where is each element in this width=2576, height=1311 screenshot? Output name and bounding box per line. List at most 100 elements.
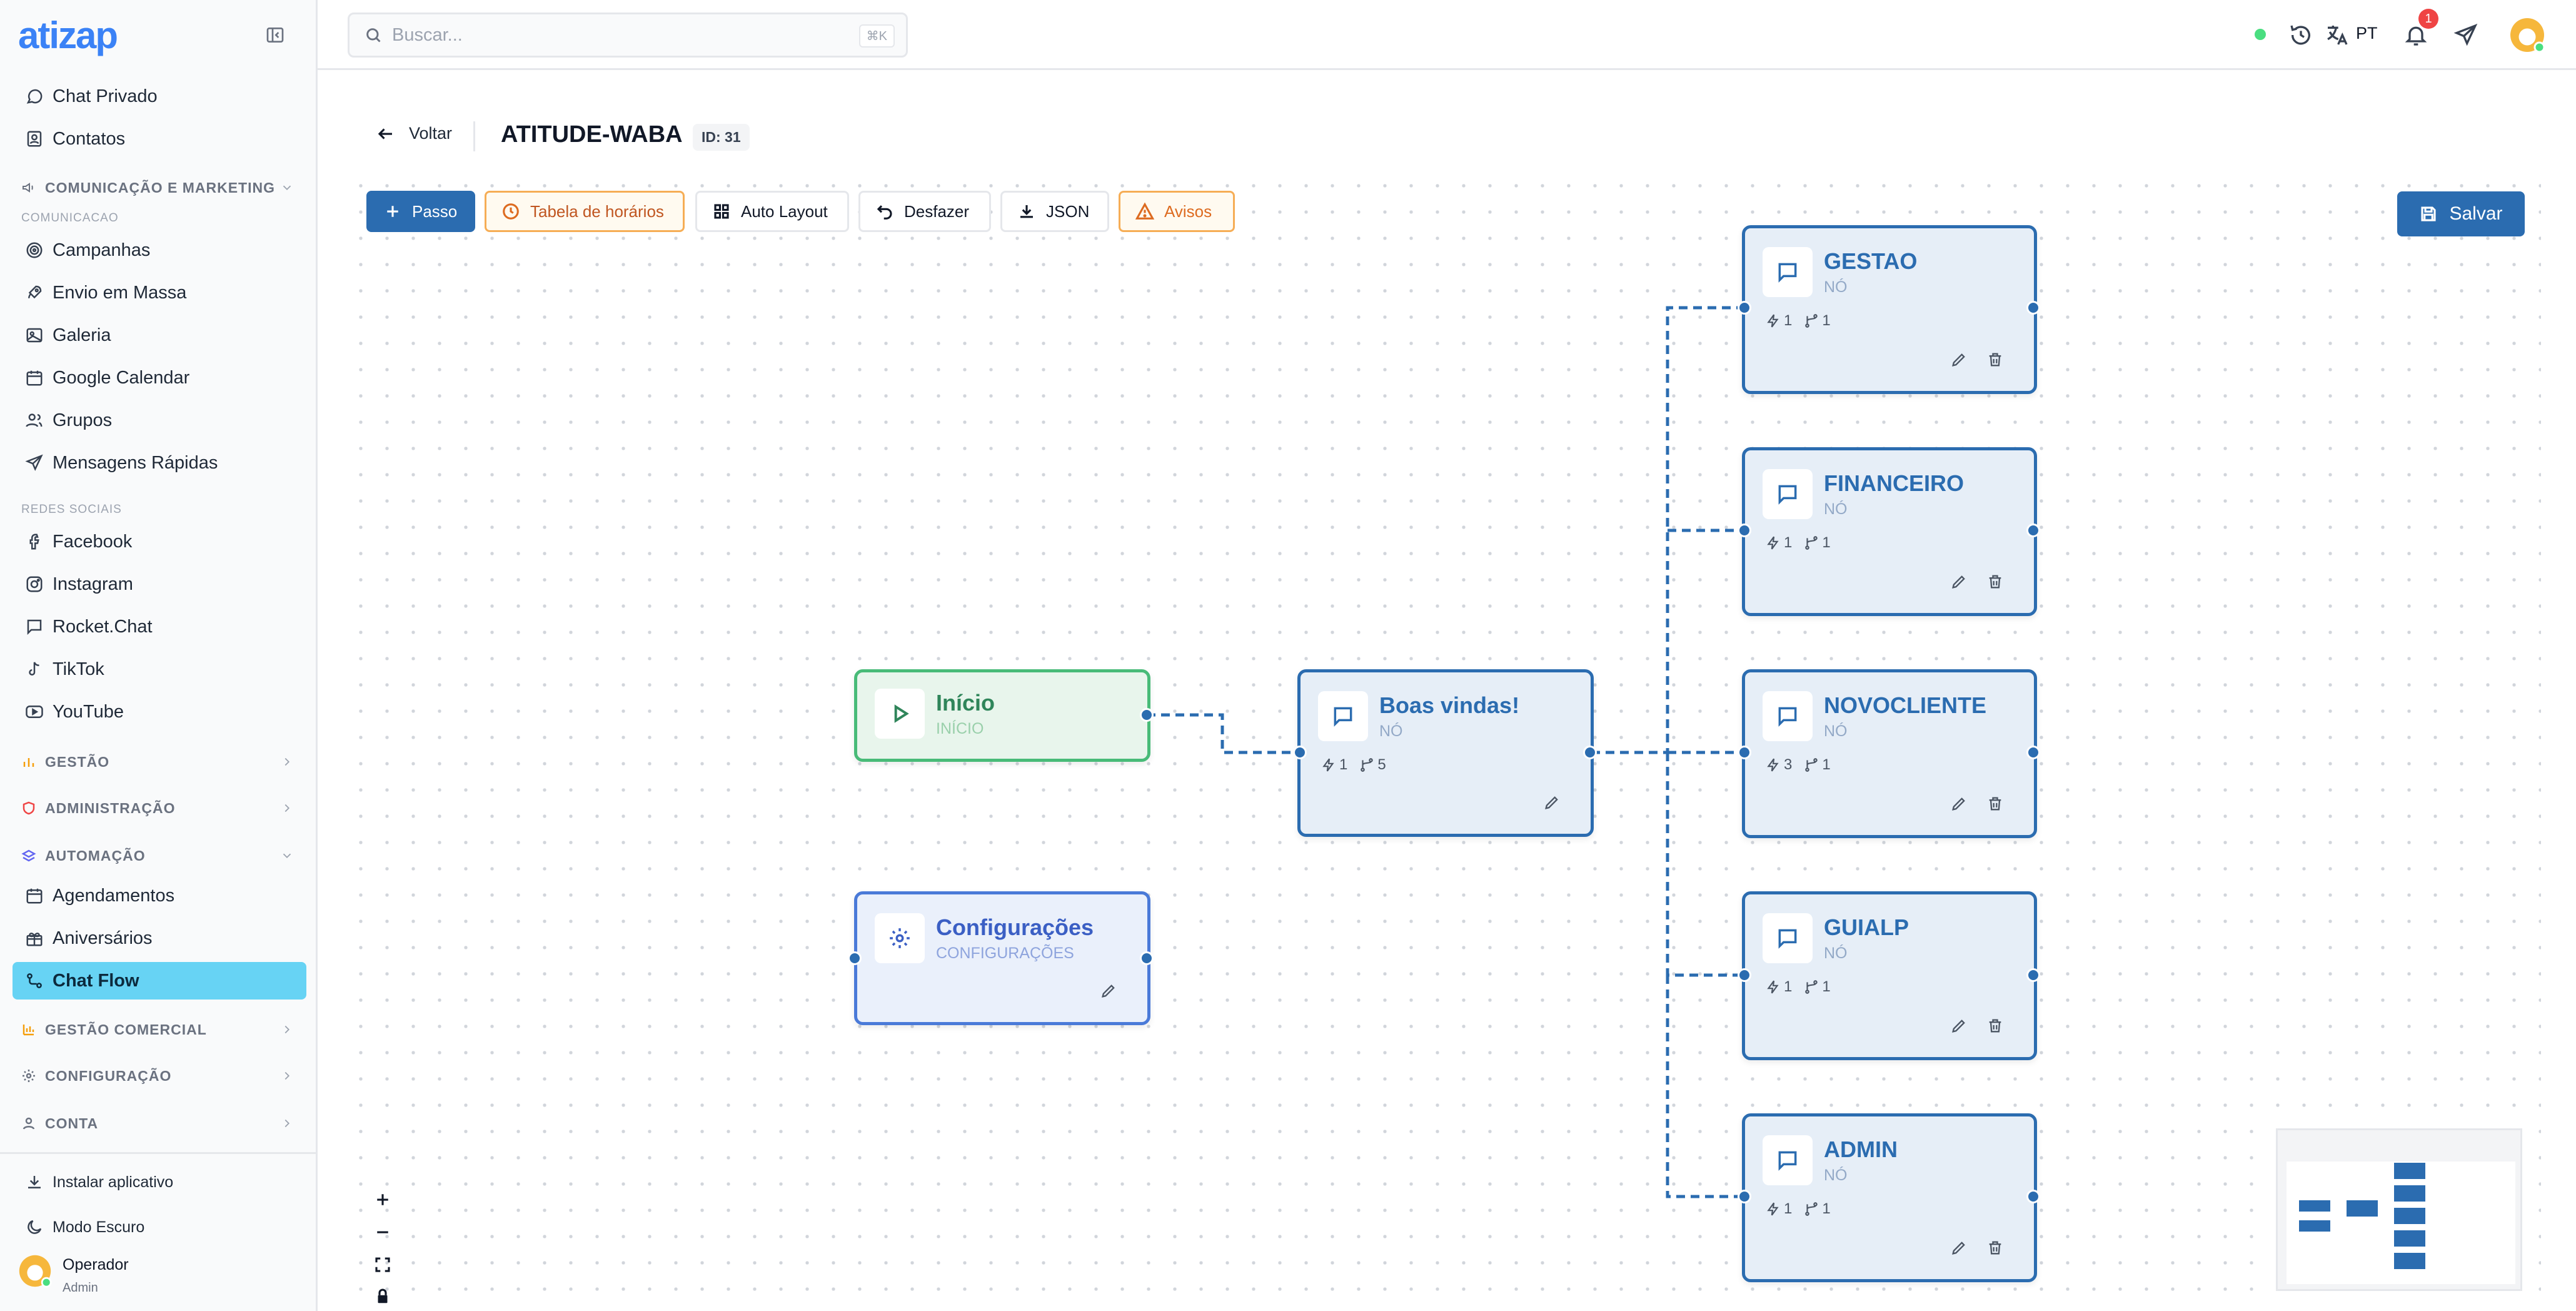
branch-count: 1: [1822, 978, 1831, 995]
node-boas-vindas[interactable]: Boas vindas! NÓ 1 5: [1297, 669, 1594, 837]
gear-icon: [890, 928, 910, 948]
trash-icon[interactable]: [1986, 1017, 2004, 1035]
trash-icon[interactable]: [1986, 795, 2004, 812]
node-gestao[interactable]: GESTAO NÓ 1 1: [1742, 225, 2037, 394]
branch-count: 1: [1822, 312, 1831, 329]
node-stats: 1 1: [1765, 1200, 1831, 1218]
minimap-node: [2394, 1208, 2425, 1224]
node-subtitle: INÍCIO: [936, 720, 984, 737]
node-subtitle: NÓ: [1824, 944, 1848, 962]
branch-icon: [1805, 536, 1818, 550]
pencil-icon[interactable]: [1950, 573, 1968, 590]
node-stats: 3 1: [1765, 756, 1831, 774]
minimap[interactable]: [2276, 1128, 2522, 1291]
node-title: FINANCEIRO: [1824, 470, 1964, 496]
node-novocliente[interactable]: NOVOCLIENTE NÓ 3 1: [1742, 669, 2037, 838]
output-handle[interactable]: [2026, 746, 2040, 759]
node-actions: [1950, 1239, 2004, 1257]
node-actions: [1950, 351, 2004, 368]
message-icon: [1778, 1151, 1797, 1171]
node-configuracoes[interactable]: Configurações CONFIGURAÇÕES: [854, 891, 1150, 1025]
node-subtitle: CONFIGURAÇÕES: [936, 944, 1074, 962]
message-icon: [1334, 707, 1352, 727]
node-icon-box: [1763, 913, 1813, 963]
lock-icon: [378, 1288, 388, 1303]
zap-icon: [1767, 536, 1779, 550]
output-handle[interactable]: [1583, 746, 1597, 759]
node-guialp[interactable]: GUIALP NÓ 1 1: [1742, 891, 2037, 1060]
output-handle[interactable]: [2026, 524, 2040, 537]
trigger-count: 1: [1784, 1200, 1793, 1217]
zoom-in-button[interactable]: [363, 1183, 403, 1216]
node-actions: [1100, 982, 1117, 1000]
zap-icon: [1322, 758, 1334, 772]
node-title: GESTAO: [1824, 248, 1918, 274]
fullscreen-icon: [375, 1257, 390, 1272]
minimap-node: [2394, 1230, 2425, 1247]
trash-icon[interactable]: [1986, 1239, 2004, 1257]
plus-icon: [377, 1194, 388, 1205]
node-financeiro[interactable]: FINANCEIRO NÓ 1 1: [1742, 447, 2037, 616]
branch-icon: [1805, 758, 1818, 772]
branch-icon: [1805, 1202, 1818, 1216]
node-stats: 1 1: [1765, 534, 1831, 552]
trigger-count: 1: [1784, 312, 1793, 329]
node-title: Início: [936, 690, 995, 716]
node-inicio[interactable]: Início INÍCIO: [854, 669, 1150, 762]
node-actions: [1950, 573, 2004, 590]
node-title: ADMIN: [1824, 1136, 1898, 1162]
input-handle[interactable]: [1738, 968, 1751, 982]
minimap-node: [2299, 1200, 2330, 1212]
input-handle[interactable]: [1293, 746, 1307, 759]
trigger-count: 1: [1339, 756, 1348, 773]
zap-icon: [1767, 758, 1779, 772]
pencil-icon[interactable]: [1100, 982, 1117, 1000]
branch-icon: [1805, 314, 1818, 328]
pencil-icon[interactable]: [1950, 1017, 1968, 1035]
zoom-out-button[interactable]: [363, 1216, 403, 1248]
trash-icon[interactable]: [1986, 573, 2004, 590]
input-handle[interactable]: [1738, 524, 1751, 537]
branch-count: 1: [1822, 534, 1831, 551]
node-admin[interactable]: ADMIN NÓ 1 1: [1742, 1113, 2037, 1282]
output-handle[interactable]: [2026, 1190, 2040, 1203]
trigger-count: 1: [1784, 978, 1793, 995]
input-handle[interactable]: [1738, 1190, 1751, 1203]
output-handle[interactable]: [2026, 968, 2040, 982]
trash-icon[interactable]: [1986, 351, 2004, 368]
node-icon-box: [875, 689, 925, 739]
input-handle[interactable]: [1738, 301, 1751, 315]
minimap-node: [2394, 1185, 2425, 1202]
trigger-count: 3: [1784, 756, 1793, 773]
node-title: Boas vindas!: [1379, 692, 1520, 718]
branch-count: 5: [1377, 756, 1386, 773]
node-title: NOVOCLIENTE: [1824, 692, 1987, 718]
pencil-icon[interactable]: [1543, 794, 1561, 811]
node-subtitle: NÓ: [1379, 722, 1403, 740]
pencil-icon[interactable]: [1950, 1239, 1968, 1257]
message-icon: [1778, 929, 1797, 949]
node-actions: [1950, 795, 2004, 812]
node-icon-box: [1763, 691, 1813, 741]
fit-view-button[interactable]: [363, 1248, 403, 1281]
node-stats: 1 5: [1321, 756, 1386, 774]
node-subtitle: NÓ: [1824, 278, 1848, 296]
minimap-node: [2299, 1220, 2330, 1232]
zap-icon: [1767, 314, 1779, 328]
branch-count: 1: [1822, 1200, 1831, 1217]
minimap-viewport: [2287, 1162, 2515, 1284]
output-handle[interactable]: [1140, 708, 1154, 722]
minimap-node: [2347, 1200, 2378, 1217]
pencil-icon[interactable]: [1950, 795, 1968, 812]
trigger-count: 1: [1784, 534, 1793, 551]
input-handle[interactable]: [848, 951, 862, 965]
lock-button[interactable]: [363, 1281, 403, 1311]
pencil-icon[interactable]: [1950, 351, 1968, 368]
node-subtitle: NÓ: [1824, 722, 1848, 740]
node-icon-box: [1318, 691, 1368, 741]
output-handle[interactable]: [1140, 951, 1154, 965]
output-handle[interactable]: [2026, 301, 2040, 315]
message-icon: [1778, 485, 1797, 505]
input-handle[interactable]: [1738, 746, 1751, 759]
node-stats: 1 1: [1765, 978, 1831, 996]
